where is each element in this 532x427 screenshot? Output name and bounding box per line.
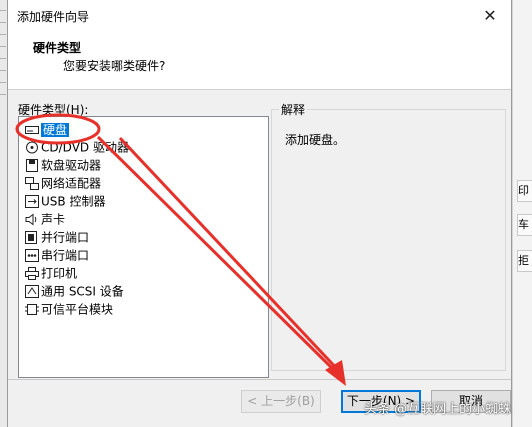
hard-disk-icon — [25, 126, 39, 134]
background-fragment: 拒 — [517, 250, 532, 272]
printer-icon — [25, 267, 39, 280]
list-item-parallel-port[interactable]: 并行端口 — [25, 228, 89, 246]
list-item-label: 并行端口 — [41, 230, 90, 245]
list-item-label: 硬盘 — [41, 122, 70, 137]
wizard-header: 硬件类型 您要安装哪类硬件? — [8, 33, 511, 90]
list-item-label: 打印机 — [41, 266, 78, 281]
list-item-label: 声卡 — [41, 212, 66, 227]
list-item-label: 网络适配器 — [41, 176, 102, 191]
back-button[interactable]: < 上一步(B) — [241, 390, 321, 413]
list-item-usb[interactable]: USB 控制器 — [25, 192, 105, 210]
window-title: 添加硬件向导 — [17, 10, 90, 24]
floppy-icon — [26, 159, 38, 172]
list-item-floppy[interactable]: 软盘驱动器 — [25, 156, 101, 174]
usb-icon — [25, 195, 39, 208]
page-title: 硬件类型 — [33, 41, 82, 55]
close-button[interactable]: ✕ — [475, 2, 505, 30]
watermark-text: 头条 @互联网上的小蜘蛛 — [364, 402, 512, 417]
list-item-network-adapter[interactable]: 网络适配器 — [25, 174, 101, 192]
list-item-tpm[interactable]: 可信平台模块 — [25, 300, 113, 318]
list-item-printer[interactable]: 打印机 — [25, 264, 77, 282]
list-item-label: 软盘驱动器 — [41, 158, 102, 173]
cd-dvd-icon — [26, 141, 38, 154]
parallel-port-icon — [25, 231, 37, 244]
list-item-serial-port[interactable]: 串行端口 — [25, 246, 89, 264]
list-item-cd-dvd[interactable]: CD/DVD 驱动器 — [25, 138, 129, 156]
explanation-group: 添加硬盘。 解释 — [271, 101, 511, 371]
list-item-label: CD/DVD 驱动器 — [41, 140, 129, 155]
list-item-label: USB 控制器 — [41, 194, 106, 209]
scsi-icon — [25, 285, 39, 298]
explanation-text: 添加硬盘。 — [285, 133, 346, 147]
list-item-hard-disk[interactable]: 硬盘 — [25, 120, 70, 138]
list-item-label: 通用 SCSI 设备 — [41, 284, 124, 299]
list-item-label: 可信平台模块 — [41, 302, 114, 317]
list-item-scsi[interactable]: 通用 SCSI 设备 — [25, 282, 124, 300]
tpm-icon — [25, 304, 39, 315]
background-window-edge — [0, 0, 7, 427]
list-item-sound-card[interactable]: 声卡 — [25, 210, 65, 228]
background-fragment: 印 — [517, 180, 532, 202]
title-bar: 添加硬件向导 ✕ — [8, 0, 511, 33]
explanation-box: 添加硬盘。 — [271, 109, 506, 371]
button-separator — [8, 379, 511, 380]
hardware-type-list[interactable]: 硬盘 CD/DVD 驱动器 软盘驱动器 网络适配器 USB 控制器 声卡 并行端… — [18, 116, 269, 378]
page-subtitle: 您要安装哪类硬件? — [63, 59, 166, 73]
add-hardware-wizard-dialog: 添加硬件向导 ✕ 硬件类型 您要安装哪类硬件? 硬件类型(H): 硬盘 CD/D… — [7, 0, 512, 427]
background-fragment: 车 — [517, 214, 532, 236]
background-window-edge-right: 印 车 拒 — [512, 0, 532, 427]
explanation-legend: 解释 — [279, 101, 308, 118]
serial-port-icon — [25, 249, 39, 262]
network-adapter-icon — [25, 177, 39, 190]
list-item-label: 串行端口 — [41, 248, 90, 263]
sound-card-icon — [25, 213, 37, 226]
